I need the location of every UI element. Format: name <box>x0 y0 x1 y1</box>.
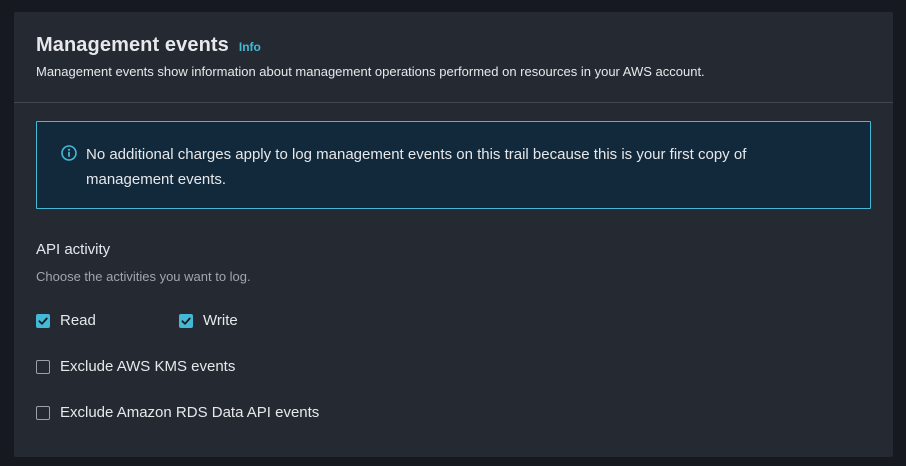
title-row: Management events Info <box>36 34 261 57</box>
write-checkbox[interactable] <box>179 313 193 328</box>
exclude-kms-checkbox[interactable] <box>36 359 50 374</box>
exclude-kms-checkbox-row[interactable]: Exclude AWS KMS events <box>36 358 235 375</box>
checkmark-icon <box>181 317 191 325</box>
exclude-kms-label: Exclude AWS KMS events <box>60 358 236 375</box>
info-circle-icon <box>61 145 77 161</box>
read-label: Read <box>60 312 96 329</box>
exclude-rds-checkbox-row[interactable]: Exclude Amazon RDS Data API events <box>36 404 319 421</box>
write-label: Write <box>203 312 238 329</box>
panel-description: Management events show information about… <box>36 64 705 79</box>
exclude-rds-checkbox[interactable] <box>36 405 50 420</box>
info-alert: No additional charges apply to log manag… <box>36 121 871 209</box>
read-checkbox-row[interactable]: Read <box>36 312 96 329</box>
api-activity-description: Choose the activities you want to log. <box>36 269 251 284</box>
checkmark-icon <box>38 317 48 325</box>
exclude-rds-label: Exclude Amazon RDS Data API events <box>60 404 320 421</box>
read-checkbox[interactable] <box>36 313 50 328</box>
management-events-panel: Management events Info Management events… <box>14 12 893 457</box>
write-checkbox-row[interactable]: Write <box>179 312 238 329</box>
info-link[interactable]: Info <box>239 40 261 54</box>
alert-text: No additional charges apply to log manag… <box>86 146 747 188</box>
api-activity-label: API activity <box>36 241 111 258</box>
panel-header: Management events Info Management events… <box>14 12 893 103</box>
page-title: Management events <box>36 34 229 56</box>
